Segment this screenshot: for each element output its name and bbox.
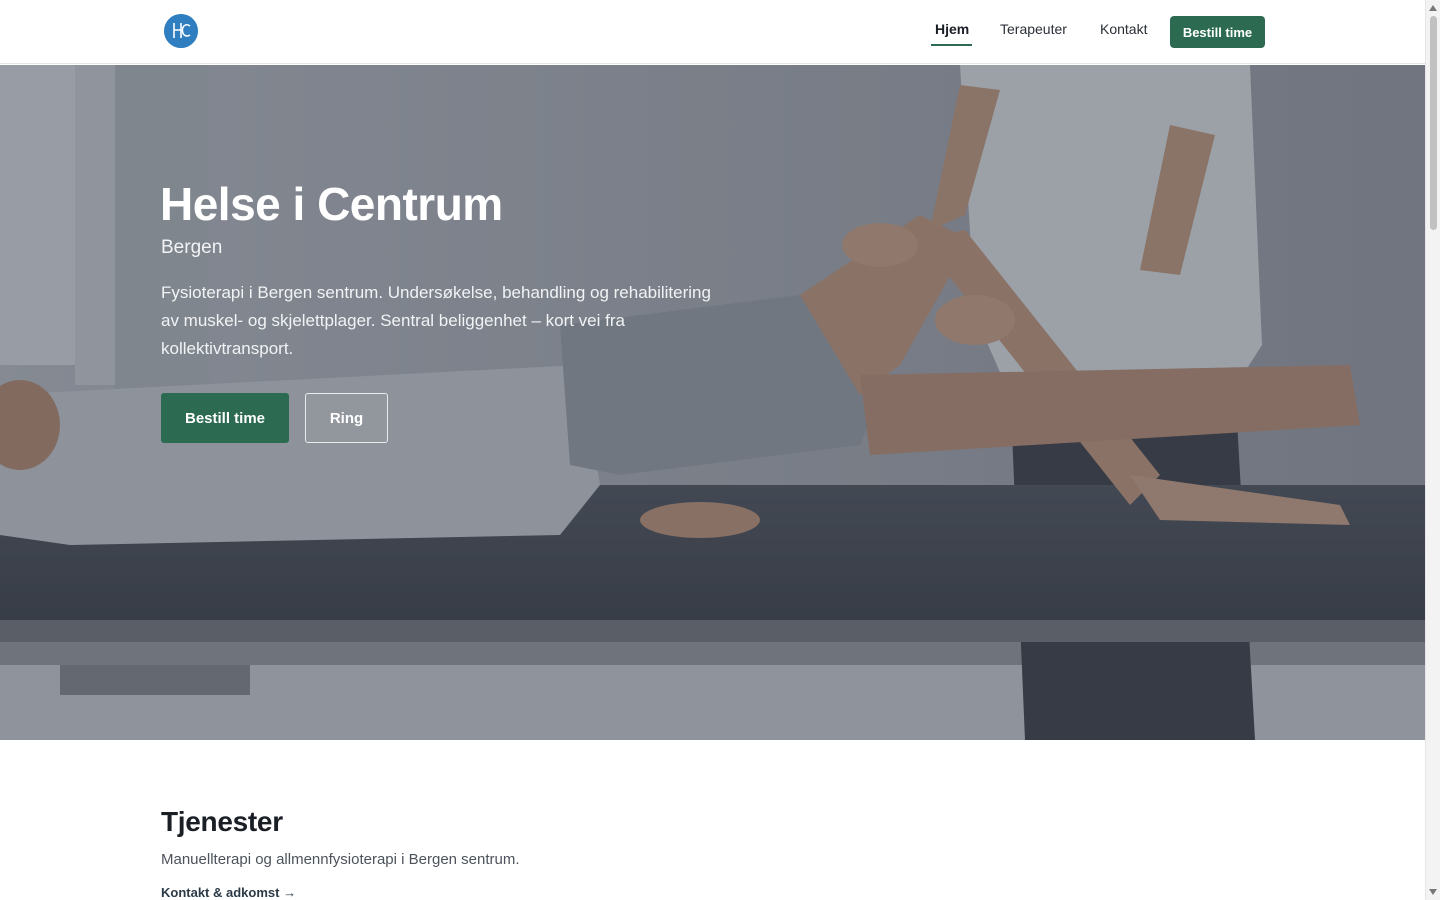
- services-description: Manuellterapi og allmennfysioterapi i Be…: [161, 851, 520, 868]
- scroll-up-arrow-icon[interactable]: [1429, 5, 1437, 11]
- book-appointment-button[interactable]: Bestill time: [161, 393, 289, 443]
- site-header: Hjem Terapeuter Kontakt Bestill time: [0, 0, 1425, 64]
- nav-link-kontakt[interactable]: Kontakt: [1100, 21, 1147, 37]
- scroll-thumb[interactable]: [1430, 16, 1437, 230]
- scroll-down-arrow-icon[interactable]: [1429, 889, 1437, 895]
- hero-section: Helse i Centrum Bergen Fysioterapi i Ber…: [0, 65, 1425, 740]
- book-appointment-header-button[interactable]: Bestill time: [1170, 16, 1265, 48]
- nav-link-terapeuter[interactable]: Terapeuter: [1000, 21, 1067, 37]
- call-button[interactable]: Ring: [305, 393, 388, 443]
- contact-directions-link[interactable]: Kontakt & adkomst →: [161, 885, 296, 900]
- page-scrollbar[interactable]: [1425, 0, 1440, 900]
- hc-logo-icon[interactable]: [164, 14, 198, 48]
- hero-description: Fysioterapi i Bergen sentrum. Undersøkel…: [161, 283, 711, 358]
- hero-title: Helse i Centrum: [160, 178, 503, 230]
- active-nav-indicator: [931, 44, 972, 46]
- hero-subtitle: Bergen: [161, 237, 223, 258]
- services-title: Tjenester: [161, 806, 283, 837]
- nav-link-hjem[interactable]: Hjem: [935, 21, 969, 37]
